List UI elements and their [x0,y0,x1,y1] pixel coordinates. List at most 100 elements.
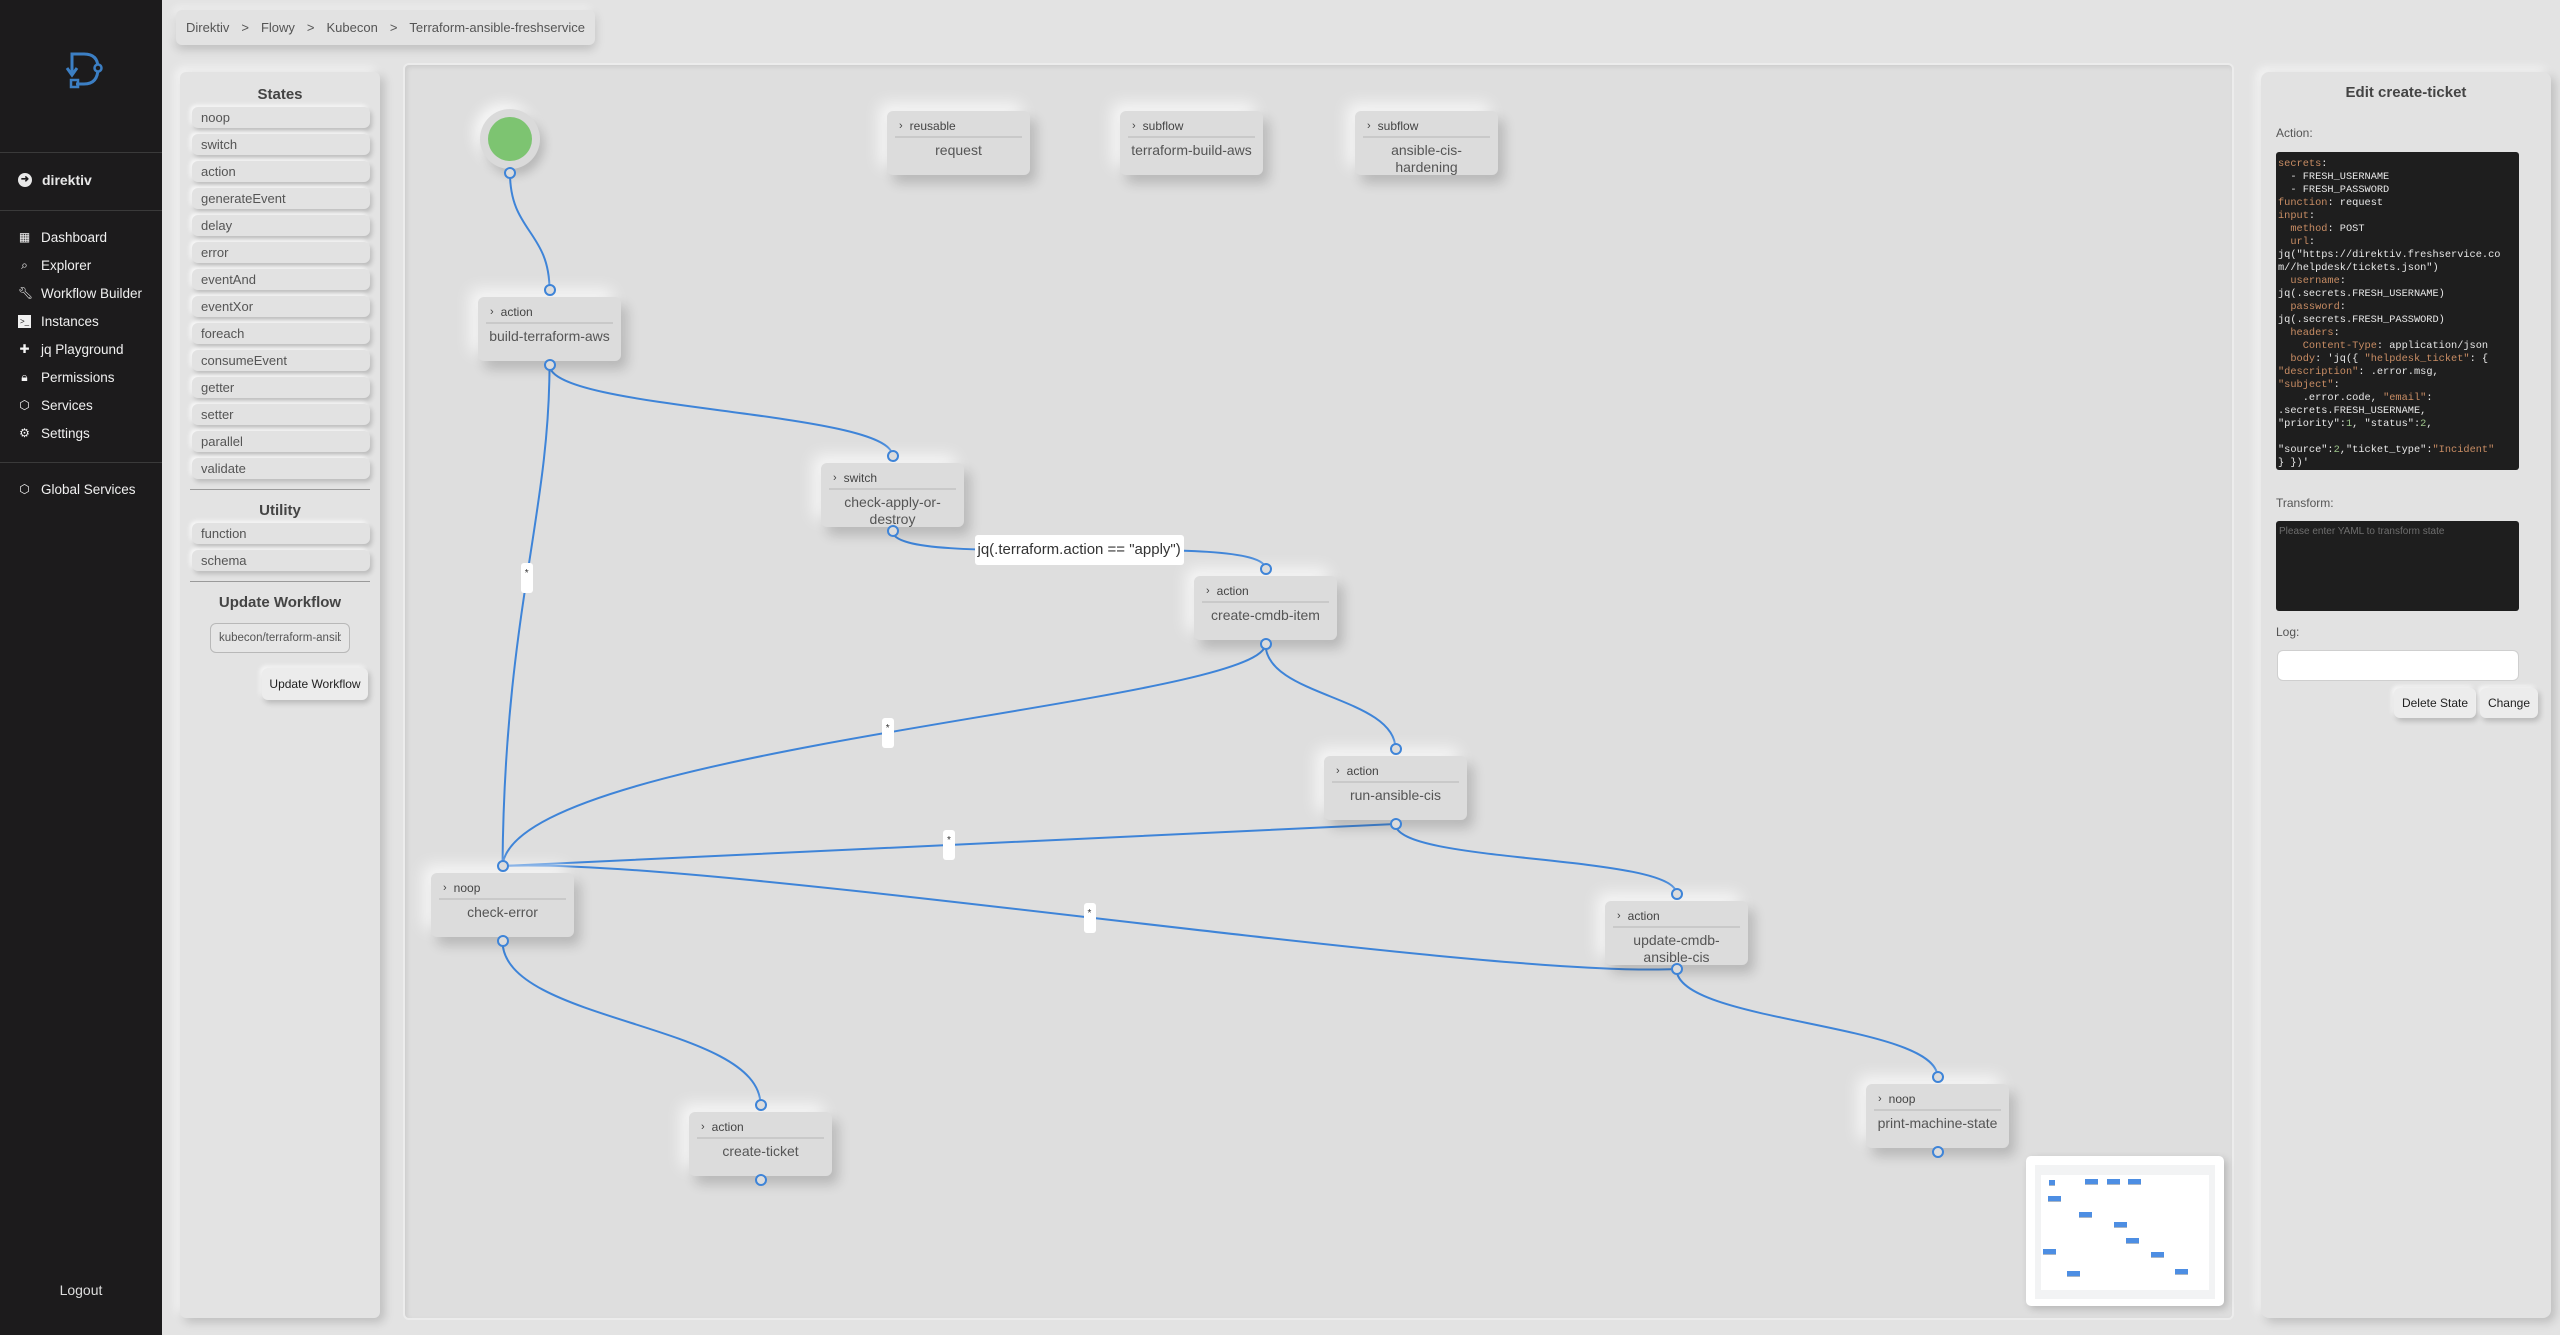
logout-button[interactable]: Logout [0,1282,162,1298]
chevron-right-icon[interactable]: › [1206,582,1210,601]
node-request[interactable]: › reusable request [887,111,1030,175]
node-terraform-build-aws[interactable]: › subflow terraform-build-aws [1120,111,1263,175]
breadcrumb-item[interactable]: Direktiv [186,20,229,35]
breadcrumb-item-current[interactable]: Terraform-ansible-freshservice [409,20,585,35]
node-create-cmdb-item[interactable]: › action create-cmdb-item [1194,576,1337,640]
port-in-build-terraform-aws[interactable] [543,284,556,296]
chevron-right-icon[interactable]: › [899,117,903,136]
log-input[interactable] [2277,650,2519,681]
edge-label-catch-all[interactable]: * [881,717,894,748]
node-run-ansible-cis[interactable]: › action run-ansible-cis [1324,756,1467,820]
port-out-create-cmdb-item[interactable] [1259,638,1272,650]
node-header[interactable]: › noop [1874,1090,2001,1111]
transform-editor[interactable] [2276,521,2519,611]
state-parallel[interactable]: parallel [192,431,370,452]
state-action[interactable]: action [192,161,370,182]
edge-label-catch-all[interactable]: * [520,563,533,593]
state-noop[interactable]: noop [192,107,370,128]
workflow-path-input[interactable] [210,623,350,653]
node-header[interactable]: › reusable [895,117,1022,138]
port-in-check-apply-or-destroy[interactable] [886,450,899,462]
node-check-apply-or-destroy[interactable]: › switch check-apply-or-destroy [821,463,964,527]
edge-label-condition[interactable]: jq(.terraform.action == "apply") [974,535,1184,565]
port-in-check-error[interactable] [496,860,509,872]
nav-item-instances[interactable]: >_ Instances [18,314,99,329]
state-foreach[interactable]: foreach [192,323,370,344]
node-header[interactable]: › action [1332,762,1459,783]
namespace-selector[interactable]: ➜ direktiv [18,172,92,188]
node-header[interactable]: › subflow [1128,117,1255,138]
node-header[interactable]: › action [1613,907,1740,928]
direktiv-logo-icon[interactable] [62,50,104,94]
chevron-right-icon[interactable]: › [833,469,837,488]
port-out-start[interactable] [504,167,516,179]
node-type: action [1627,909,1660,923]
state-event-and[interactable]: eventAnd [192,269,370,290]
start-node[interactable] [480,109,540,169]
edge-label-catch-all[interactable]: * [943,830,955,860]
utility-function[interactable]: function [192,523,370,544]
port-in-print-machine-state[interactable] [1931,1071,1944,1083]
chevron-right-icon[interactable]: › [490,303,494,322]
change-button[interactable]: Change [2480,688,2538,718]
node-update-cmdb-ansible-cis[interactable]: › action update-cmdb-ansible-cis [1605,901,1748,965]
state-consume-event[interactable]: consumeEvent [192,350,370,371]
state-error[interactable]: error [192,242,370,263]
minimap-node-run-ansible-cis [2125,1238,2139,1245]
node-header[interactable]: › action [486,303,613,324]
port-out-check-error[interactable] [496,935,509,947]
minimap[interactable] [2026,1156,2224,1306]
port-out-check-apply-or-destroy[interactable] [886,525,899,537]
utility-schema[interactable]: schema [192,550,370,571]
port-out-create-ticket[interactable] [754,1174,767,1186]
port-in-create-cmdb-item[interactable] [1259,563,1272,575]
chevron-right-icon[interactable]: › [1878,1090,1882,1109]
breadcrumb-item[interactable]: Flowy [261,20,295,35]
port-out-build-terraform-aws[interactable] [543,359,556,371]
code-line: } })' [2278,457,2309,469]
node-header[interactable]: › action [697,1118,824,1139]
nav-item-global-services[interactable]: ⬡ Global Services [18,482,135,497]
port-in-update-cmdb-ansible-cis[interactable] [1670,888,1683,900]
nav-item-workflow-builder[interactable]: 🔧︎ Workflow Builder [18,286,142,301]
port-out-run-ansible-cis[interactable] [1389,818,1402,830]
state-getter[interactable]: getter [192,377,370,398]
chevron-right-icon[interactable]: › [1132,117,1136,136]
nav-item-jq-playground[interactable]: ✚ jq Playground [18,342,123,357]
chevron-right-icon[interactable]: › [1617,907,1621,926]
state-delay[interactable]: delay [192,215,370,236]
update-workflow-button[interactable]: Update Workflow [262,668,368,700]
node-ansible-cis-hardening[interactable]: › subflow ansible-cis-hardening [1355,111,1498,175]
port-out-print-machine-state[interactable] [1931,1146,1944,1158]
state-validate[interactable]: validate [192,458,370,479]
node-create-ticket[interactable]: › action create-ticket [689,1112,832,1176]
chevron-right-icon[interactable]: › [1367,117,1371,136]
port-in-run-ansible-cis[interactable] [1389,743,1402,755]
state-generate-event[interactable]: generateEvent [192,188,370,209]
state-switch[interactable]: switch [192,134,370,155]
chevron-right-icon[interactable]: › [701,1118,705,1137]
node-header[interactable]: › noop [439,879,566,900]
node-check-error[interactable]: › noop check-error [431,873,574,937]
nav-item-permissions[interactable]: 🔒︎ Permissions [18,370,114,385]
nav-item-explorer[interactable]: ⌕ Explorer [18,258,91,273]
breadcrumb-item[interactable]: Kubecon [326,20,377,35]
node-header[interactable]: › action [1202,582,1329,603]
nav-item-settings[interactable]: ⚙ Settings [18,426,90,441]
nav-item-services[interactable]: ⬡ Services [18,398,93,413]
nav-item-dashboard[interactable]: ▦ Dashboard [18,230,107,245]
chevron-right-icon[interactable]: › [443,879,447,898]
port-out-update-cmdb-ansible-cis[interactable] [1670,963,1683,975]
port-in-create-ticket[interactable] [754,1099,767,1111]
chevron-right-icon[interactable]: › [1336,762,1340,781]
state-setter[interactable]: setter [192,404,370,425]
state-event-xor[interactable]: eventXor [192,296,370,317]
action-yaml-editor[interactable]: secrets: - FRESH_USERNAME - FRESH_PASSWO… [2276,152,2519,470]
breadcrumb: Direktiv > Flowy > Kubecon > Terraform-a… [176,10,595,45]
node-print-machine-state[interactable]: › noop print-machine-state [1866,1084,2009,1148]
node-header[interactable]: › subflow [1363,117,1490,138]
edge-label-catch-all[interactable]: * [1083,902,1096,933]
node-build-terraform-aws[interactable]: › action build-terraform-aws [478,297,621,361]
node-header[interactable]: › switch [829,469,956,490]
delete-state-button[interactable]: Delete State [2394,688,2476,718]
